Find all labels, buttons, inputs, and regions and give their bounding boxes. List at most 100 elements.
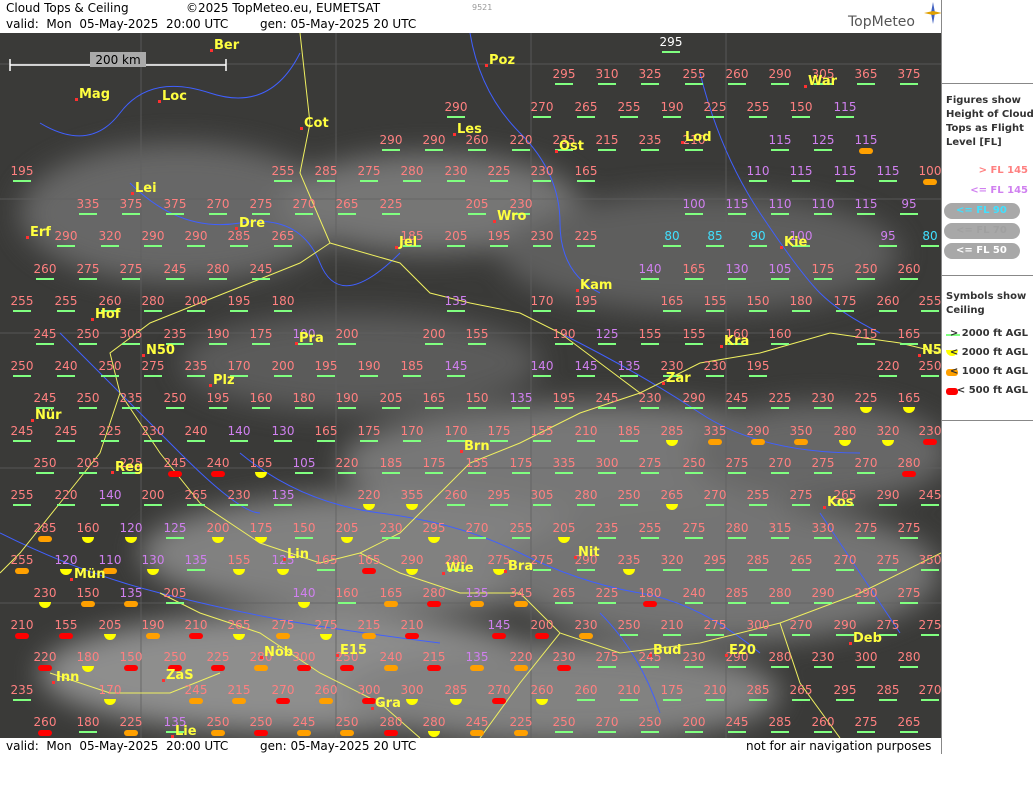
cloud-top-value: 185 (380, 456, 403, 470)
cloud-top-value: 290 (877, 488, 900, 502)
legend-divider (942, 420, 1033, 421)
city-marker (681, 141, 684, 144)
cloud-top-value: 115 (769, 133, 792, 147)
cloud-top-value: 245 (185, 683, 208, 697)
cloud-top-value: 115 (726, 197, 749, 211)
cloud-top-value: 250 (207, 715, 230, 729)
ceiling-symbol-500 (124, 665, 138, 671)
cloud-top-value: 300 (596, 456, 619, 470)
cloud-top-value: 200 (423, 327, 446, 341)
city-marker (70, 578, 73, 581)
cloud-top-value: 290 (185, 229, 208, 243)
cloud-top-value: 85 (707, 229, 722, 243)
legend-height-label: <= FL 50 (956, 245, 1007, 256)
cloud-top-value: 135 (445, 294, 468, 308)
city-marker (336, 654, 339, 657)
legend-height-label: > FL 145 (978, 165, 1028, 176)
cloud-top-value: 275 (120, 262, 143, 276)
cloud-top-value: 250 (77, 327, 100, 341)
cloud-top-value: 275 (704, 618, 727, 632)
ceiling-symbol-500 (427, 601, 441, 607)
city-label: Lod (685, 130, 712, 145)
copyright-text: ©2025 TopMeteo.eu, EUMETSAT (186, 1, 381, 15)
cloud-top-value: 255 (747, 488, 770, 502)
cloud-top-value: 275 (898, 521, 921, 535)
cloud-top-value: 275 (855, 521, 878, 535)
city-label: Kos (827, 495, 854, 510)
ceiling-symbol-500 (427, 665, 441, 671)
cloud-top-value: 130 (726, 262, 749, 276)
cloud-top-value: 230 (228, 488, 251, 502)
city-label: Nöb (264, 645, 293, 660)
cloud-top-value: 240 (207, 456, 230, 470)
ceiling-symbol-1000 (297, 730, 311, 736)
cloud-top-value: 155 (228, 553, 251, 567)
cloud-top-value: 250 (164, 650, 187, 664)
city-label: Mag (79, 87, 110, 102)
cloud-top-value: 150 (120, 650, 143, 664)
city-marker (725, 654, 728, 657)
ceiling-symbol-500 (384, 730, 398, 736)
cloud-top-value: 200 (531, 618, 554, 632)
cloud-top-value: 245 (34, 391, 57, 405)
map-view[interactable]: 200 km 295 295 310 325 255 260 290 305 365 375 290… (0, 33, 941, 738)
city-marker (31, 419, 34, 422)
cloud-top-value: 275 (531, 553, 554, 567)
ceiling-symbol-1000 (514, 665, 528, 671)
cloud-top-value: 275 (919, 618, 941, 632)
cloud-top-value: 275 (812, 456, 835, 470)
ceiling-symbol-1000 (384, 665, 398, 671)
product-code: 9521 (472, 3, 493, 12)
cloud-top-value: 155 (466, 456, 489, 470)
city-label: Mün (74, 567, 105, 582)
ceiling-symbol-500 (340, 665, 354, 671)
cloud-top-value: 230 (531, 229, 554, 243)
cloud-top-value: 250 (618, 488, 641, 502)
ceiling-symbol-500 (38, 665, 52, 671)
city-marker (235, 227, 238, 230)
cloud-top-value: 285 (315, 164, 338, 178)
city-marker (260, 656, 263, 659)
cloud-top-value: 220 (34, 650, 57, 664)
cloud-top-value: 230 (575, 618, 598, 632)
cloud-top-value: 320 (99, 229, 122, 243)
cloud-top-value: 275 (596, 650, 619, 664)
cloud-top-value: 215 (358, 618, 381, 632)
header-bar: Cloud Tops & Ceiling ©2025 TopMeteo.eu, … (0, 0, 941, 16)
cloud-top-value: 100 (683, 197, 706, 211)
cloud-top-value: 190 (207, 327, 230, 341)
cloud-top-value: 280 (898, 456, 921, 470)
ceiling-symbol-1000 (15, 568, 29, 574)
legend-heights-title-line: Height of Cloud (946, 109, 1033, 120)
cloud-top-value: 290 (445, 100, 468, 114)
city-label: Plz (213, 373, 235, 388)
cloud-top-value: 230 (445, 164, 468, 178)
cloud-top-value: 230 (553, 650, 576, 664)
brand-name: TopMeteo (848, 14, 915, 30)
cloud-top-value: 290 (747, 424, 770, 438)
cloud-top-value: 285 (726, 586, 749, 600)
footer-bar: valid: Mon 05-May-2025 20:00 UTC gen: 05… (0, 738, 941, 754)
cloud-top-value: 300 (401, 683, 424, 697)
ceiling-symbol-1000 (470, 665, 484, 671)
cloud-top-value: 285 (877, 683, 900, 697)
cloud-top-value: 320 (877, 424, 900, 438)
cloud-top-value: 285 (34, 521, 57, 535)
ceiling-symbol-500 (492, 698, 506, 704)
city-marker (300, 127, 303, 130)
city-marker (142, 354, 145, 357)
cloud-top-value: 110 (99, 553, 122, 567)
cloud-top-value: 215 (855, 327, 878, 341)
cloud-top-value: 260 (315, 683, 338, 697)
cloud-top-value: 225 (769, 391, 792, 405)
ceiling-symbol-1000 (340, 730, 354, 736)
cloud-top-value: 195 (488, 229, 511, 243)
legend-ceiling-row: < 500 ft AGL (946, 383, 1032, 399)
cloud-top-value: 235 (11, 683, 34, 697)
cloud-top-value: 255 (55, 294, 78, 308)
cloud-top-value: 275 (683, 521, 706, 535)
city-marker (295, 342, 298, 345)
cloud-top-value: 250 (336, 715, 359, 729)
ceiling-symbol-1000 (514, 601, 528, 607)
cloud-top-value: 255 (747, 100, 770, 114)
